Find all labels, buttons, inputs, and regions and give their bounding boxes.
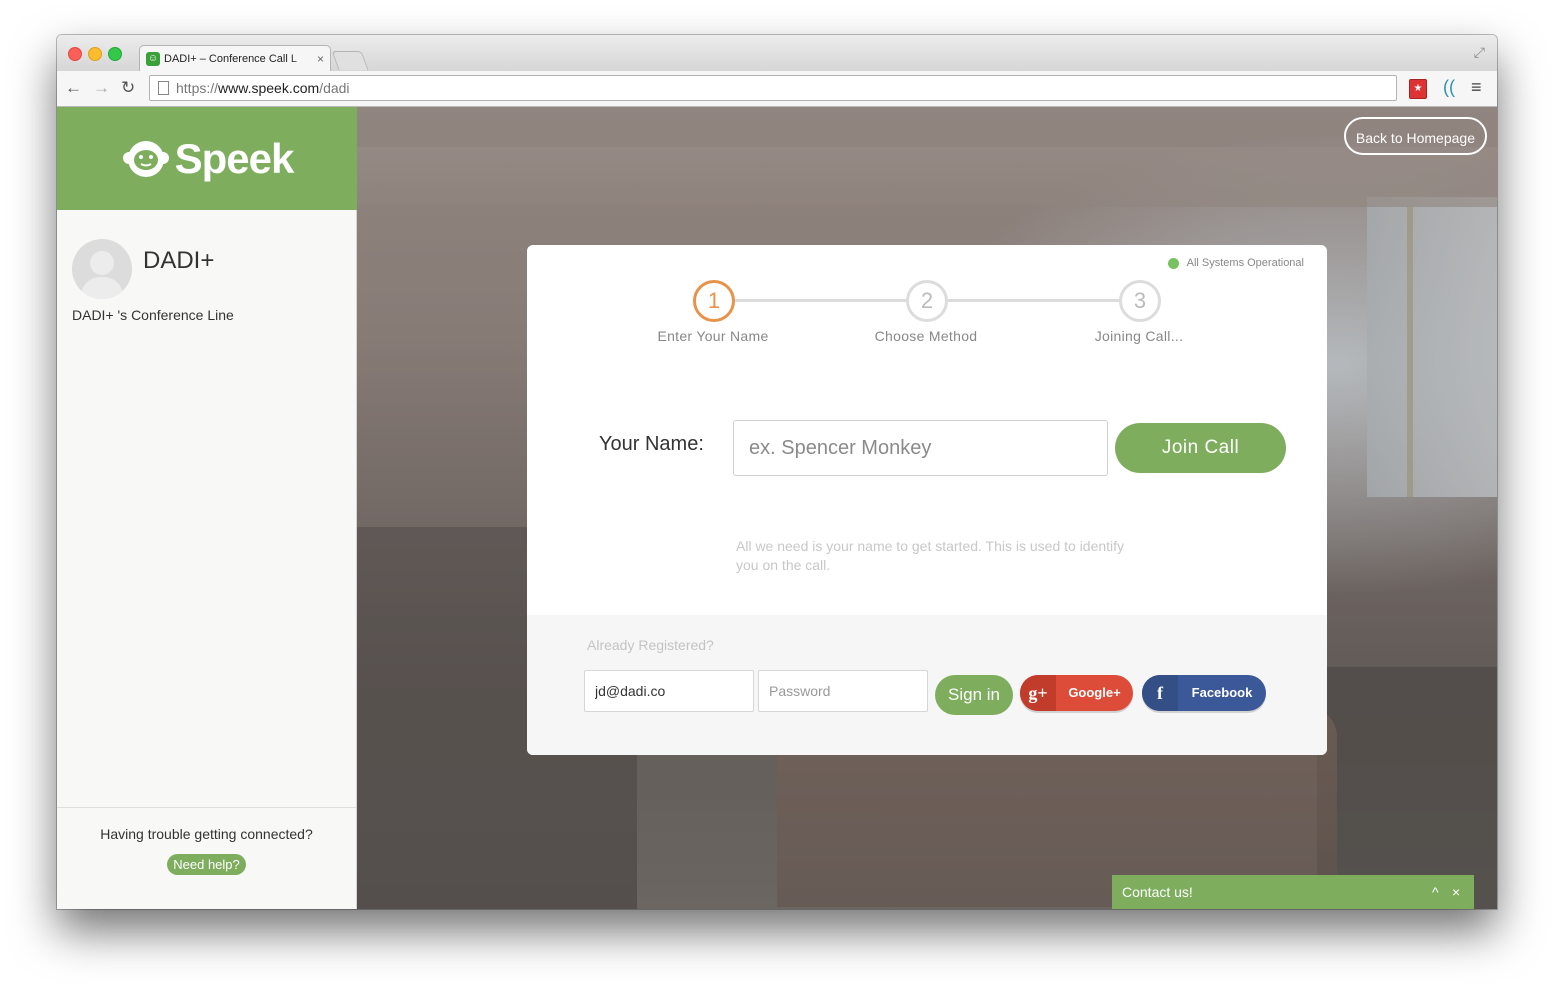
page-icon	[158, 81, 169, 95]
google-plus-icon: g+	[1020, 675, 1056, 711]
step-2-label: Choose Method	[874, 328, 978, 344]
forward-arrow-icon[interactable]: →	[93, 78, 110, 98]
join-call-button[interactable]: Join Call	[1115, 423, 1286, 473]
extension-icon[interactable]: ((	[1439, 77, 1459, 97]
tab-title: DADI+ – Conference Call L	[164, 52, 297, 65]
bookmark-extension-icon[interactable]: ★	[1409, 79, 1427, 99]
browser-window: ☺ DADI+ – Conference Call L × ⤢ ← → ↻ ht…	[57, 35, 1497, 909]
system-status: All Systems Operational	[1167, 257, 1304, 269]
url-path: /dadi	[319, 80, 350, 96]
need-help-button[interactable]: Need help?	[167, 854, 246, 875]
name-hint-text: All we need is your name to get started.…	[736, 538, 1125, 573]
tab-close-icon[interactable]: ×	[317, 52, 324, 66]
url-host: www.speek.com	[218, 80, 320, 96]
reload-icon[interactable]: ↻	[121, 78, 135, 98]
status-text: All Systems Operational	[1186, 257, 1304, 269]
facebook-button[interactable]: f Facebook	[1142, 675, 1266, 711]
url-scheme: https://	[176, 80, 219, 96]
browser-toolbar: ← → ↻ https://www.speek.com/dadi ★ (( ≡	[57, 71, 1497, 107]
facebook-label: Facebook	[1191, 685, 1253, 700]
page-content: Speek DADI+ DADI+ 's Conference Line Hav…	[57, 107, 1497, 909]
url-text: https://www.speek.com/dadi	[176, 80, 350, 96]
email-field[interactable]	[584, 670, 754, 712]
browser-tab[interactable]: ☺ DADI+ – Conference Call L ×	[139, 45, 331, 71]
google-plus-label: Google+	[1068, 685, 1121, 700]
conference-line-label: DADI+ 's Conference Line	[72, 307, 234, 323]
back-arrow-icon[interactable]: ←	[65, 78, 82, 98]
status-indicator-icon	[1167, 257, 1179, 269]
title-bar: ☺ DADI+ – Conference Call L × ⤢	[57, 35, 1497, 71]
brand-name: Speek	[174, 134, 295, 182]
help-section: Having trouble getting connected? Need h…	[57, 807, 356, 909]
your-name-label: Your Name:	[599, 433, 704, 455]
monkey-logo-icon	[122, 140, 169, 177]
fullscreen-icon[interactable]: ⤢	[1474, 44, 1485, 61]
avatar	[72, 239, 132, 299]
sidebar: Speek DADI+ DADI+ 's Conference Line Hav…	[57, 107, 357, 909]
help-text: Having trouble getting connected?	[100, 826, 313, 842]
sign-in-section: Already Registered? Sign in g+ Google+ f…	[527, 615, 1327, 755]
google-plus-button[interactable]: g+ Google+	[1020, 675, 1133, 711]
step-1-label: Enter Your Name	[657, 328, 769, 344]
back-to-homepage-button[interactable]: Back to Homepage	[1343, 117, 1487, 155]
contact-us-label: Contact us!	[1122, 884, 1193, 900]
conference-name: DADI+	[143, 247, 215, 274]
join-call-card: All Systems Operational 1 2 3 Enter Your…	[527, 245, 1327, 755]
step-connector	[731, 299, 909, 302]
step-connector	[945, 299, 1123, 302]
step-3-circle: 3	[1119, 280, 1161, 322]
chevron-up-icon[interactable]: ^	[1432, 875, 1439, 909]
sign-in-button[interactable]: Sign in	[935, 675, 1013, 715]
step-1-circle: 1	[693, 280, 735, 322]
menu-icon[interactable]: ≡	[1471, 77, 1482, 97]
address-bar[interactable]: https://www.speek.com/dadi	[149, 75, 1397, 101]
close-window-icon[interactable]	[68, 47, 82, 61]
step-2-circle: 2	[906, 280, 948, 322]
progress-stepper: 1 2 3 Enter Your Name Choose Method Join…	[527, 280, 1327, 350]
new-tab-button[interactable]	[331, 51, 369, 70]
name-input[interactable]	[733, 420, 1108, 476]
speek-favicon-icon: ☺	[146, 51, 160, 66]
minimize-window-icon[interactable]	[88, 47, 102, 61]
main-stage: Back to Homepage All Systems Operational…	[357, 107, 1497, 909]
step-3-label: Joining Call...	[1094, 328, 1184, 344]
user-silhouette-icon	[80, 251, 124, 299]
brand-header[interactable]: Speek	[57, 107, 357, 210]
close-icon[interactable]: ×	[1452, 875, 1460, 909]
password-field[interactable]	[758, 670, 928, 712]
contact-us-widget[interactable]: Contact us! ^ ×	[1112, 875, 1474, 909]
zoom-window-icon[interactable]	[108, 47, 122, 61]
facebook-icon: f	[1142, 675, 1178, 711]
already-registered-label: Already Registered?	[587, 637, 714, 653]
